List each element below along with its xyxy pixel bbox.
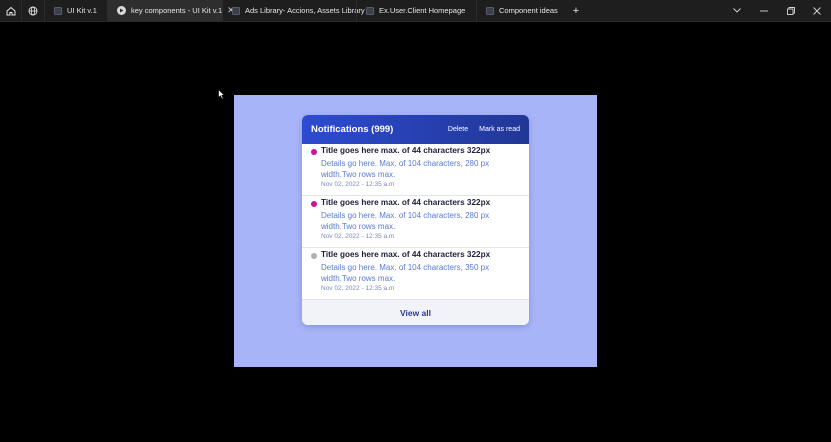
chevron-down-icon[interactable]: [723, 0, 751, 21]
notifications-panel: Notifications (999) Delete Mark as read …: [302, 115, 529, 325]
notifications-footer: View all: [302, 300, 529, 325]
notification-item[interactable]: Title goes here max. of 44 characters 32…: [302, 144, 529, 196]
close-window-icon[interactable]: [803, 0, 831, 21]
notification-time: Nov 02, 2022 - 12:35 a.m: [321, 285, 395, 292]
tab-label: key components - UI Kit v.1: [131, 6, 223, 15]
notification-title: Title goes here max. of 44 characters 32…: [321, 146, 491, 155]
notification-time: Nov 02, 2022 - 12:35 a.m: [321, 233, 395, 240]
figma-file-icon: [54, 6, 62, 15]
preview-frame: Notifications (999) Delete Mark as read …: [234, 95, 597, 367]
notification-details: Details go here. Max. of 104 characters,…: [321, 211, 490, 231]
home-icon[interactable]: [0, 0, 21, 21]
tab-label: Component ideas: [499, 6, 558, 15]
tab-label: UI Kit v.1: [67, 6, 97, 15]
mouse-cursor-icon: [218, 87, 226, 105]
play-icon: [117, 6, 126, 15]
tab-ads-library[interactable]: Ads Library- Accions, Assets Library: [222, 0, 365, 21]
figma-file-icon: [486, 6, 494, 15]
view-all-link[interactable]: View all: [400, 308, 431, 318]
notification-details: Details go here. Max. of 104 characters,…: [321, 159, 490, 179]
read-dot-icon: [311, 253, 317, 259]
globe-icon[interactable]: [21, 0, 44, 21]
notification-title: Title goes here max. of 44 characters 32…: [321, 250, 491, 259]
notification-item[interactable]: Title goes here max. of 44 characters 32…: [302, 248, 529, 300]
tab-key-components[interactable]: key components - UI Kit v.1 ✕: [107, 0, 235, 21]
notification-item[interactable]: Title goes here max. of 44 characters 32…: [302, 196, 529, 248]
unread-dot-icon: [311, 201, 317, 207]
figma-file-icon: [232, 6, 240, 15]
tab-ui-kit[interactable]: UI Kit v.1: [44, 0, 107, 21]
mark-as-read-button[interactable]: Mark as read: [479, 126, 520, 133]
tab-homepage[interactable]: Ex.User.Client Homepage: [356, 0, 476, 21]
restore-icon[interactable]: [777, 0, 805, 21]
notifications-header: Notifications (999) Delete Mark as read: [302, 115, 529, 144]
tab-component-ideas[interactable]: Component ideas: [476, 0, 567, 21]
tab-label: Ads Library- Accions, Assets Library: [245, 6, 365, 15]
notification-title: Title goes here max. of 44 characters 32…: [321, 198, 491, 207]
minimize-icon[interactable]: [750, 0, 778, 21]
tab-label: Ex.User.Client Homepage: [379, 6, 466, 15]
figma-file-icon: [366, 6, 374, 15]
delete-button[interactable]: Delete: [448, 126, 468, 133]
notification-time: Nov 02, 2022 - 12:35 a.m: [321, 181, 395, 188]
new-tab-icon[interactable]: +: [567, 5, 585, 17]
notification-details: Details go here. Max. of 104 characters,…: [321, 263, 490, 283]
tab-bar: UI Kit v.1 key components - UI Kit v.1 ✕…: [0, 0, 831, 22]
notifications-title: Notifications (999): [311, 124, 394, 135]
unread-dot-icon: [311, 149, 317, 155]
